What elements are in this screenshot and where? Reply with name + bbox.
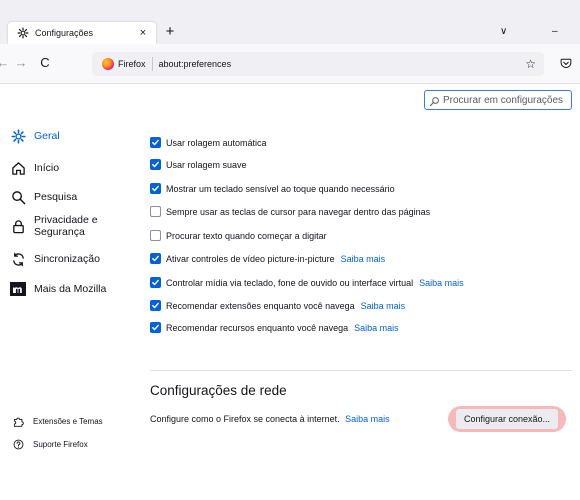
list-tabs-button[interactable]: ∨ [500,25,507,39]
tab-strip: Configurações × + ∨ – [0,0,580,44]
sidebar-item-label: Sincronização [34,253,100,265]
option-label: Controlar mídia via teclado, fone de ouv… [166,277,414,288]
option-autoscroll[interactable]: Usar rolagem automática [150,137,267,148]
pocket-icon[interactable] [560,56,574,70]
network-settings-description: Configure como o Firefox se conecta à in… [150,414,390,424]
checkbox-checked[interactable] [150,183,161,194]
learn-more-link[interactable]: Saiba mais [345,414,390,424]
option-label: Recomendar recursos enquanto você navega [166,322,349,333]
option-media-control[interactable]: Controlar mídia via teclado, fone de ouv… [150,277,464,288]
puzzle-icon [12,415,24,427]
checkbox-checked[interactable] [150,253,161,264]
bookmark-star-icon[interactable]: ☆ [525,57,536,71]
sidebar-item-label: Mais da Mozilla [34,283,107,295]
sidebar-item-home[interactable]: Início [10,160,59,176]
sidebar-footer-support[interactable]: Suporte Firefox [12,438,88,450]
option-smooth-scroll[interactable]: Usar rolagem suave [150,159,247,170]
network-description-text: Configure como o Firefox se conecta à in… [150,414,340,424]
sync-icon [10,251,26,267]
checkbox-checked[interactable] [150,277,161,288]
learn-more-link[interactable]: Saiba mais [354,323,399,333]
search-icon [10,189,26,205]
gear-icon [10,128,26,144]
search-icon [429,94,441,107]
footer-item-label: Extensões e Temas [33,416,103,426]
firefox-logo-icon [102,58,114,70]
section-divider [150,370,572,371]
learn-more-link[interactable]: Saiba mais [361,301,406,311]
option-label: Ativar controles de vídeo picture-in-pic… [166,253,335,264]
sidebar-item-sync[interactable]: Sincronização [10,251,100,267]
option-label: Sempre usar as teclas de cursor para nav… [166,206,431,217]
learn-more-link[interactable]: Saiba mais [341,254,386,264]
option-label: Recomendar extensões enquanto você naveg… [166,300,355,311]
sidebar-item-general[interactable]: Geral [10,128,60,144]
lock-icon [10,218,26,234]
learn-more-link[interactable]: Saiba mais [419,278,464,288]
home-icon [10,160,26,176]
identity-label: Firefox [118,59,146,69]
checkbox-checked[interactable] [150,137,161,148]
connection-settings-button[interactable]: Configurar conexão... [455,409,559,429]
sidebar-footer-extensions[interactable]: Extensões e Temas [12,415,103,427]
search-settings-input[interactable] [443,94,568,106]
identity-box[interactable]: Firefox [102,58,146,70]
navigation-toolbar: ← → C Firefox about:preferences ☆ [0,44,580,84]
sidebar-item-label-line2: Segurança [34,226,85,238]
url-bar[interactable]: Firefox about:preferences ☆ [92,52,544,76]
minimize-button[interactable]: – [552,25,558,39]
new-tab-button[interactable]: + [162,24,178,40]
gear-icon [16,26,30,40]
option-label: Usar rolagem suave [166,159,247,170]
checkbox-unchecked[interactable] [150,206,161,217]
help-icon [12,438,24,450]
reload-button[interactable]: C [38,55,52,71]
mozilla-icon [10,281,26,297]
tab-settings[interactable]: Configurações × [8,22,156,44]
sidebar-item-label: Início [34,162,60,174]
url-text[interactable]: about:preferences [159,59,526,69]
back-button[interactable]: ← [0,55,10,71]
option-touch-keyboard[interactable]: Mostrar um teclado sensível ao toque qua… [150,183,395,194]
checkbox-unchecked[interactable] [150,230,161,241]
option-label: Procurar texto quando começar a digitar [166,230,327,241]
option-caret-browsing[interactable]: Sempre usar as teclas de cursor para nav… [150,206,430,217]
connection-settings-highlight: Configurar conexão... [448,406,566,432]
sidebar-item-search[interactable]: Pesquisa [10,189,77,205]
tab-close-icon[interactable]: × [137,27,149,39]
footer-item-label: Suporte Firefox [33,439,88,449]
checkbox-checked[interactable] [150,159,161,170]
option-label: Usar rolagem automática [166,137,267,148]
checkbox-checked[interactable] [150,300,161,311]
network-settings-heading: Configurações de rede [150,383,287,398]
search-settings-box[interactable] [424,90,572,110]
option-find-as-you-type[interactable]: Procurar texto quando começar a digitar [150,230,327,241]
sidebar-item-more-mozilla[interactable]: Mais da Mozilla [10,281,106,297]
option-picture-in-picture[interactable]: Ativar controles de vídeo picture-in-pic… [150,253,385,264]
tab-title: Configurações [35,28,94,38]
sidebar-item-label: Pesquisa [34,191,78,203]
sidebar-item-privacy[interactable]: Privacidade e Segurança [10,214,98,238]
option-recommend-features[interactable]: Recomendar recursos enquanto você navega… [150,322,399,333]
forward-button[interactable]: → [14,55,28,71]
sidebar-item-label: Geral [34,130,60,142]
sidebar-item-label-line1: Privacidade e [34,214,98,226]
checkbox-checked[interactable] [150,322,161,333]
option-recommend-extensions[interactable]: Recomendar extensões enquanto você naveg… [150,300,405,311]
url-separator [151,57,153,71]
option-label: Mostrar um teclado sensível ao toque qua… [166,183,395,194]
